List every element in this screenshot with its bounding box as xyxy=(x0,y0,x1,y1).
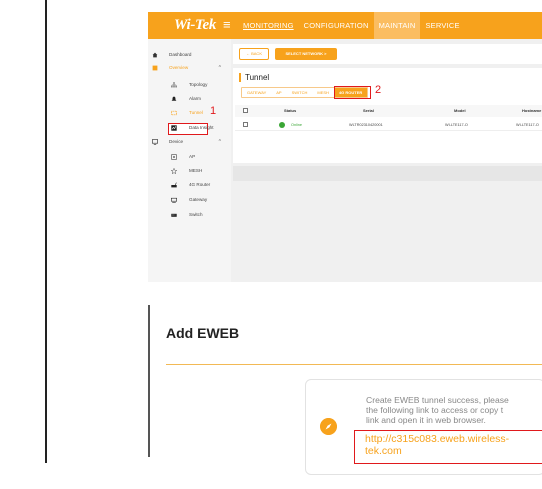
table-row[interactable]: Online WLTR02310420001 WI-LTE117-O WI-LT… xyxy=(235,119,542,131)
sidebar-item-label: Gateway xyxy=(189,197,208,202)
sidebar-item-topology[interactable]: Topology xyxy=(148,79,231,91)
hostname-cell: WI-LTE117-O xyxy=(516,123,539,127)
sidebar-item-gateway[interactable]: Gateway xyxy=(148,194,231,206)
toolbar: ← BACK SELECT NETWORK > xyxy=(233,44,542,64)
sidebar-item-mesh[interactable]: MESH xyxy=(148,165,231,177)
annotation-2: 2 xyxy=(375,84,382,96)
link-line[interactable]: tek.com xyxy=(365,445,542,457)
monitor-icon xyxy=(152,139,158,145)
sidebar-item-label: Switch xyxy=(189,212,203,217)
sidebar-item-switch[interactable]: Switch xyxy=(148,209,231,221)
switch-icon xyxy=(171,213,177,217)
sidebar-item-data-insight[interactable]: Data Insight xyxy=(148,122,231,134)
back-button[interactable]: ← BACK xyxy=(239,48,269,60)
tab-switch[interactable]: SWITCH xyxy=(287,88,313,97)
menu-toggle-icon[interactable]: ≡ xyxy=(223,17,231,32)
sidebar-group-overview[interactable]: Overview ^ xyxy=(148,62,231,74)
column-header-serial: Serial xyxy=(363,108,374,113)
link-line[interactable]: http://c315c083.eweb.wireless- xyxy=(365,433,542,445)
annotation-1: 1 xyxy=(210,105,217,117)
sidebar-item-ap[interactable]: AP xyxy=(148,151,231,163)
sidebar-item-label: 4G Router xyxy=(189,182,211,187)
sidebar-item-label: Tunnel xyxy=(189,110,203,115)
sidebar-item-4g-router[interactable]: 4G Router xyxy=(148,179,231,191)
gateway-icon xyxy=(171,197,177,203)
model-cell: WI-LTE117-O xyxy=(445,123,468,127)
sidebar-item-dashboard[interactable]: Dashboard xyxy=(148,49,231,61)
compass-icon xyxy=(320,418,337,435)
sidebar-item-label: Topology xyxy=(189,82,208,87)
left-border-line xyxy=(45,0,47,463)
online-check-icon xyxy=(279,122,285,128)
tab-gateway[interactable]: GATEWAY xyxy=(242,88,271,97)
home-icon xyxy=(152,52,158,58)
tunnel-card: Tunnel GATEWAY AP SWITCH MESH 4G ROUTER … xyxy=(233,68,542,163)
dialog-left-border xyxy=(148,305,150,457)
sidebar-group-device[interactable]: Device ^ xyxy=(148,136,231,148)
data-insight-icon xyxy=(171,125,177,131)
row-checkbox[interactable] xyxy=(243,122,248,127)
select-network-button[interactable]: SELECT NETWORK > xyxy=(275,48,337,60)
sidebar-item-label: Dashboard xyxy=(169,52,192,57)
sidebar-item-label: Overview xyxy=(169,65,189,70)
serial-cell: WLTR02310420001 xyxy=(349,123,383,127)
nav-monitoring[interactable]: MONITORING xyxy=(238,12,299,39)
bell-icon xyxy=(171,96,177,101)
tab-ap[interactable]: AP xyxy=(271,88,286,97)
page-title: Tunnel xyxy=(239,73,269,82)
success-message: Create EWEB tunnel success, please the f… xyxy=(366,395,542,431)
main-content: ← BACK SELECT NETWORK > Tunnel GATEWAY A… xyxy=(231,39,542,282)
chevron-up-icon: ^ xyxy=(218,65,221,71)
top-bar: Wi-Tek ≡ MONITORING CONFIGURATION MAINTA… xyxy=(148,12,542,39)
tab-mesh[interactable]: MESH xyxy=(312,88,334,97)
tab-highlight-box xyxy=(334,86,371,99)
dialog-title: Add EWEB xyxy=(166,325,240,341)
footer-bar xyxy=(233,166,542,181)
dialog-divider xyxy=(166,364,542,365)
sidebar-item-label: Device xyxy=(169,139,184,144)
app-window: Wi-Tek ≡ MONITORING CONFIGURATION MAINTA… xyxy=(148,12,542,282)
eweb-link[interactable]: http://c315c083.eweb.wireless- tek.com xyxy=(365,433,542,457)
chevron-up-icon: ^ xyxy=(218,139,221,145)
sidebar: Dashboard Overview ^ Topology Alarm Tunn… xyxy=(148,39,231,282)
router-icon xyxy=(171,182,177,188)
message-line: the following link to access or copy t xyxy=(366,405,504,415)
overview-icon xyxy=(152,65,158,71)
nav-maintain[interactable]: MAINTAIN xyxy=(373,12,421,39)
column-header-model: Model xyxy=(454,108,466,113)
sidebar-item-label: MESH xyxy=(189,168,203,173)
mesh-icon xyxy=(171,168,177,174)
sidebar-item-alarm[interactable]: Alarm xyxy=(148,93,231,105)
sidebar-item-label: Data Insight xyxy=(189,125,214,130)
nav-service[interactable]: SERVICE xyxy=(420,12,464,39)
message-line: Create EWEB tunnel success, please xyxy=(366,395,509,405)
tunnel-icon xyxy=(171,110,177,116)
column-header-status: Status xyxy=(284,108,297,113)
top-nav: MONITORING CONFIGURATION MAINTAIN SERVIC… xyxy=(238,12,465,39)
column-header-hostname: Hostname xyxy=(522,108,542,113)
table-header: Status Serial Model Hostname xyxy=(235,105,542,117)
nav-configuration[interactable]: CONFIGURATION xyxy=(299,12,374,39)
ap-icon xyxy=(171,154,177,160)
select-all-checkbox[interactable] xyxy=(243,108,248,113)
status-cell: Online xyxy=(291,123,302,127)
sidebar-item-label: Alarm xyxy=(189,96,201,101)
brand-logo: Wi-Tek xyxy=(174,17,217,33)
message-line: link and open it in web browser. xyxy=(366,415,486,425)
sidebar-item-tunnel[interactable]: Tunnel xyxy=(148,107,231,119)
topology-icon xyxy=(171,82,177,88)
sidebar-item-label: AP xyxy=(189,154,196,159)
